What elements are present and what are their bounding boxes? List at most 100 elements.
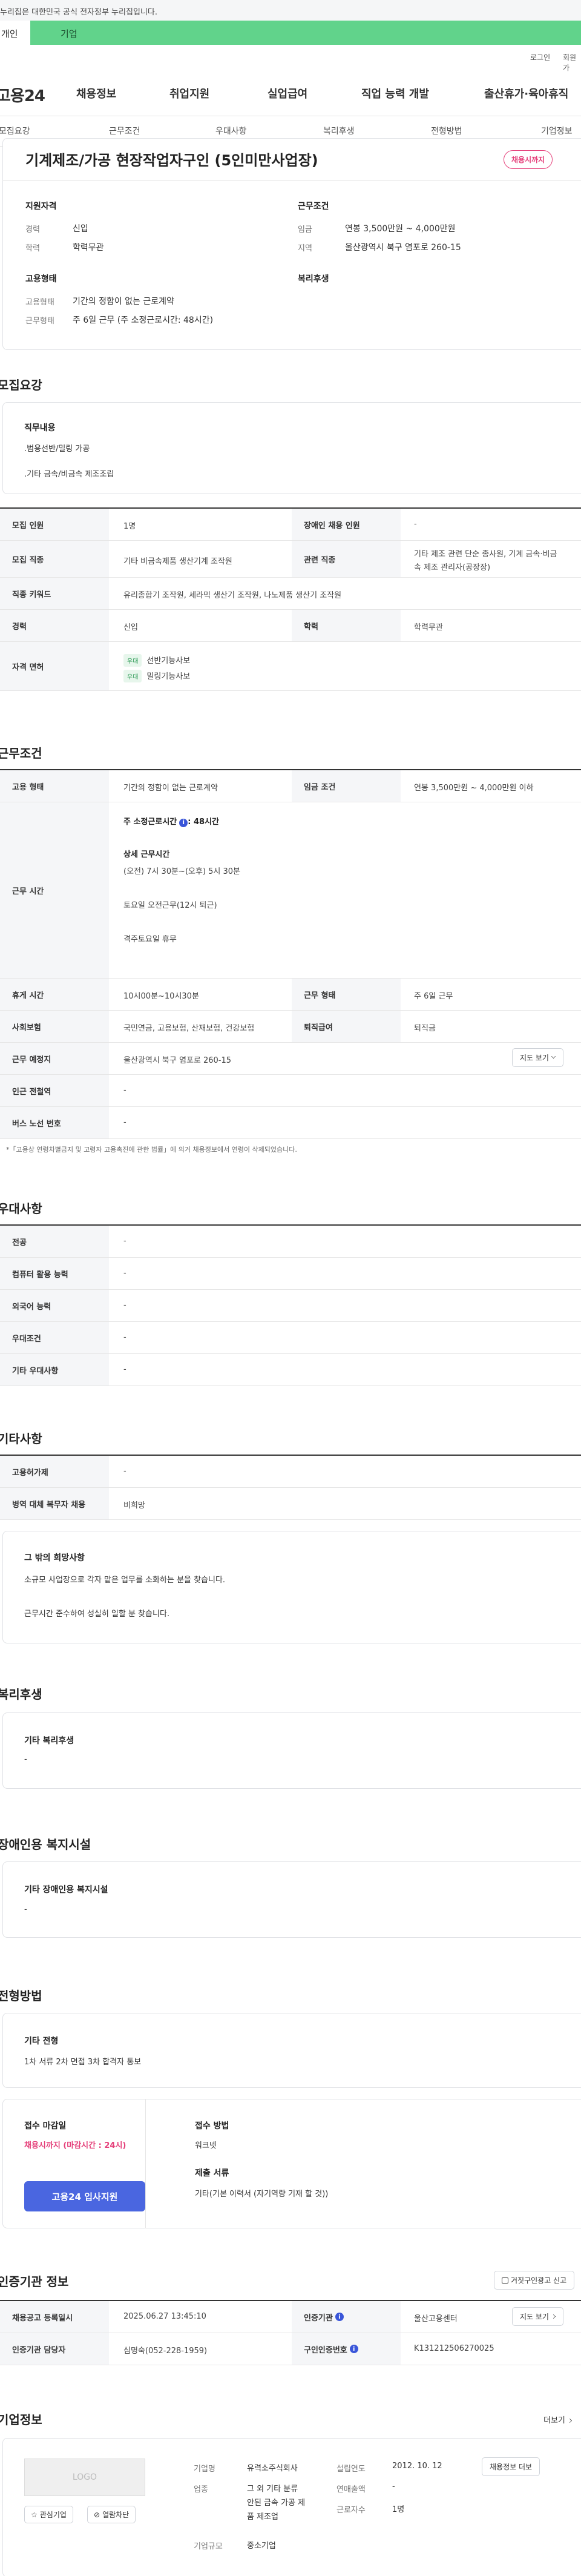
career-row-label: 경력 [0, 610, 109, 641]
company-jobs-button[interactable]: 채용정보 더보 [482, 2457, 540, 2476]
block-button[interactable]: ⊘ 열람차단 [87, 2506, 136, 2523]
chevron-right-icon [568, 2419, 572, 2423]
industry-label: 업종 [194, 2485, 208, 2494]
detail-hours-line: (오전) 7시 30분~(오후) 5시 30분 [123, 867, 241, 876]
reg-date-value: 2025.06.27 13:45:10 [123, 2312, 206, 2321]
duty-heading: 직무내용 [24, 423, 56, 433]
job-type-label: 모집 직종 [0, 541, 109, 577]
major-label: 전공 [0, 1226, 109, 1257]
tab-welfare[interactable]: 복리후생 [323, 125, 355, 137]
agency-heading: 인증기관 정보 [0, 2274, 69, 2289]
welfare-box [2, 1712, 581, 1789]
applicant-heading: 지원자격 [25, 202, 57, 211]
docs-heading: 제출 서류 [195, 2168, 229, 2178]
prefer-heading: 우대사항 [0, 1201, 42, 1216]
tab-company[interactable]: 기업 [61, 27, 77, 40]
military-label: 병역 대체 복무자 채용 [0, 1488, 109, 1519]
selection-heading: 전형방법 [0, 1989, 42, 2003]
block-label: 열람차단 [102, 2511, 130, 2519]
nav-vocational-training[interactable]: 직업 능력 개발 [361, 85, 429, 101]
edu-value: 학력무관 [73, 243, 104, 253]
block-icon: ⊘ [94, 2510, 100, 2519]
deadline-heading: 접수 마감일 [24, 2121, 67, 2131]
related-job-line: 기타 제조 관련 단순 종사원, 기계 금속·비금 [414, 550, 557, 559]
star-icon: ☆ [31, 2510, 38, 2519]
report-button[interactable]: 거짓구인광고 신고 [494, 2271, 575, 2290]
permit-value: - [123, 1467, 126, 1476]
table-bottom-border [0, 1138, 581, 1139]
hope-heading: 그 밖의 희망사항 [24, 1553, 85, 1563]
welfare-value: - [24, 1755, 27, 1764]
prefer-cond-label: 우대조건 [0, 1322, 109, 1353]
report-icon [502, 2277, 508, 2284]
disabled-facility-box [2, 1861, 581, 1938]
keyword-label: 직종 키워드 [0, 578, 109, 609]
cert-num-label: 구인인증번호 i [292, 2333, 401, 2365]
tab-recruit[interactable]: 모집요강 [0, 125, 30, 137]
other-prefer-label: 기타 우대사항 [0, 1354, 109, 1385]
tab-personal[interactable]: 개인 [0, 21, 30, 45]
org-map-label: 지도 보기 [520, 2313, 549, 2321]
info-icon[interactable]: i [335, 2313, 344, 2321]
std-hours-value: : 48시간 [188, 817, 219, 827]
emp-type-row-value: 기간의 정함이 없는 근로계약 [123, 784, 218, 793]
insurance-label: 사회보험 [0, 1011, 109, 1042]
tab-conditions[interactable]: 근무조건 [109, 125, 140, 137]
nav-unemployment-benefit[interactable]: 실업급여 [268, 85, 307, 101]
work-time-label: 근무 시간 [0, 802, 109, 978]
nav-jobs[interactable]: 채용정보 [76, 85, 116, 101]
license-label: 자격 면허 [0, 642, 109, 690]
nav-parental-leave[interactable]: 출산휴가·육아휴직 [484, 85, 568, 101]
company-more-link[interactable]: 더보기 [543, 2414, 572, 2425]
industry-line: 품 제조업 [247, 2512, 278, 2522]
tab-prefer[interactable]: 우대사항 [215, 125, 247, 137]
tab-selection[interactable]: 전형방법 [431, 125, 462, 137]
divider [145, 2099, 146, 2228]
org-value: 울산고용센터 [414, 2314, 458, 2323]
login-link[interactable]: 로그인 [530, 52, 550, 62]
language-value: - [123, 1301, 126, 1310]
table-bottom-border [0, 1385, 581, 1386]
keyword-value: 유리종합기 조작원, 세라믹 생산기 조작원, 나노제품 생산기 조작원 [123, 591, 342, 600]
language-label: 외국어 능력 [0, 1290, 109, 1321]
disabled-facility-value: - [24, 1905, 27, 1914]
employment-heading: 고용형태 [25, 274, 57, 284]
industry-line: 그 외 기타 분류 [247, 2485, 298, 2494]
job-type-value: 기타 비금속제품 생산기계 조작원 [123, 557, 232, 566]
gov-banner: 이 누리집은 대한민국 공식 전자정부 누리집입니다. [0, 0, 581, 21]
subway-label: 인근 전철역 [0, 1075, 109, 1106]
sales-label: 연매출액 [336, 2485, 366, 2494]
person-label: 인증기관 담당자 [0, 2333, 109, 2365]
org-map-button[interactable]: 지도 보기 [512, 2307, 563, 2326]
work-form-label: 근무형태 [25, 317, 54, 326]
apply-button[interactable]: 고용24 입사지원 [24, 2181, 145, 2211]
detail-hours-line: 격주토요일 휴무 [123, 935, 177, 944]
work-form-row-value: 주 6일 근무 [414, 992, 453, 1001]
location-label: 지역 [298, 244, 312, 253]
info-icon[interactable]: i [349, 2345, 358, 2353]
deadline-value: 채용시까지 (마감시간 : 24시) [24, 2141, 126, 2150]
table-bottom-border [0, 690, 581, 691]
map-button[interactable]: 지도 보기 [512, 1048, 563, 1067]
tab-company-info[interactable]: 기업정보 [541, 125, 573, 137]
employees-label: 근로자수 [336, 2506, 366, 2515]
cert-num-label-text: 구인인증번호 [304, 2345, 347, 2355]
wage-value: 연봉 3,500만원 ~ 4,000만원 [345, 224, 456, 234]
chevron-down-icon [551, 1054, 556, 1058]
company-more-label: 더보기 [543, 2416, 565, 2425]
license-item: 우대 선반기능사보 [123, 654, 190, 667]
emp-type-value: 기간의 정함이 없는 근로계약 [73, 297, 174, 306]
major-value: - [123, 1237, 126, 1246]
nav-employment-support[interactable]: 취업지원 [169, 85, 209, 101]
info-icon[interactable]: i [179, 818, 188, 827]
career-label: 경력 [25, 225, 40, 234]
hope-line: 근무시간 준수하여 성실히 일할 분 찾습니다. [24, 1610, 170, 1619]
conditions-section-heading: 근무조건 [0, 746, 42, 761]
computer-skill-label: 컴퓨터 활용 능력 [0, 1258, 109, 1289]
site-logo[interactable]: 고용24 [0, 84, 45, 106]
location-value: 울산광역시 북구 염포로 260-15 [345, 243, 461, 253]
org-label: 인증기관 i [292, 2301, 401, 2333]
favorite-button[interactable]: ☆ 관심기업 [24, 2506, 73, 2523]
docs-value: 기타(기본 이력서 (자기역량 기재 할 것)) [195, 2190, 329, 2199]
selection-box [2, 2013, 581, 2088]
